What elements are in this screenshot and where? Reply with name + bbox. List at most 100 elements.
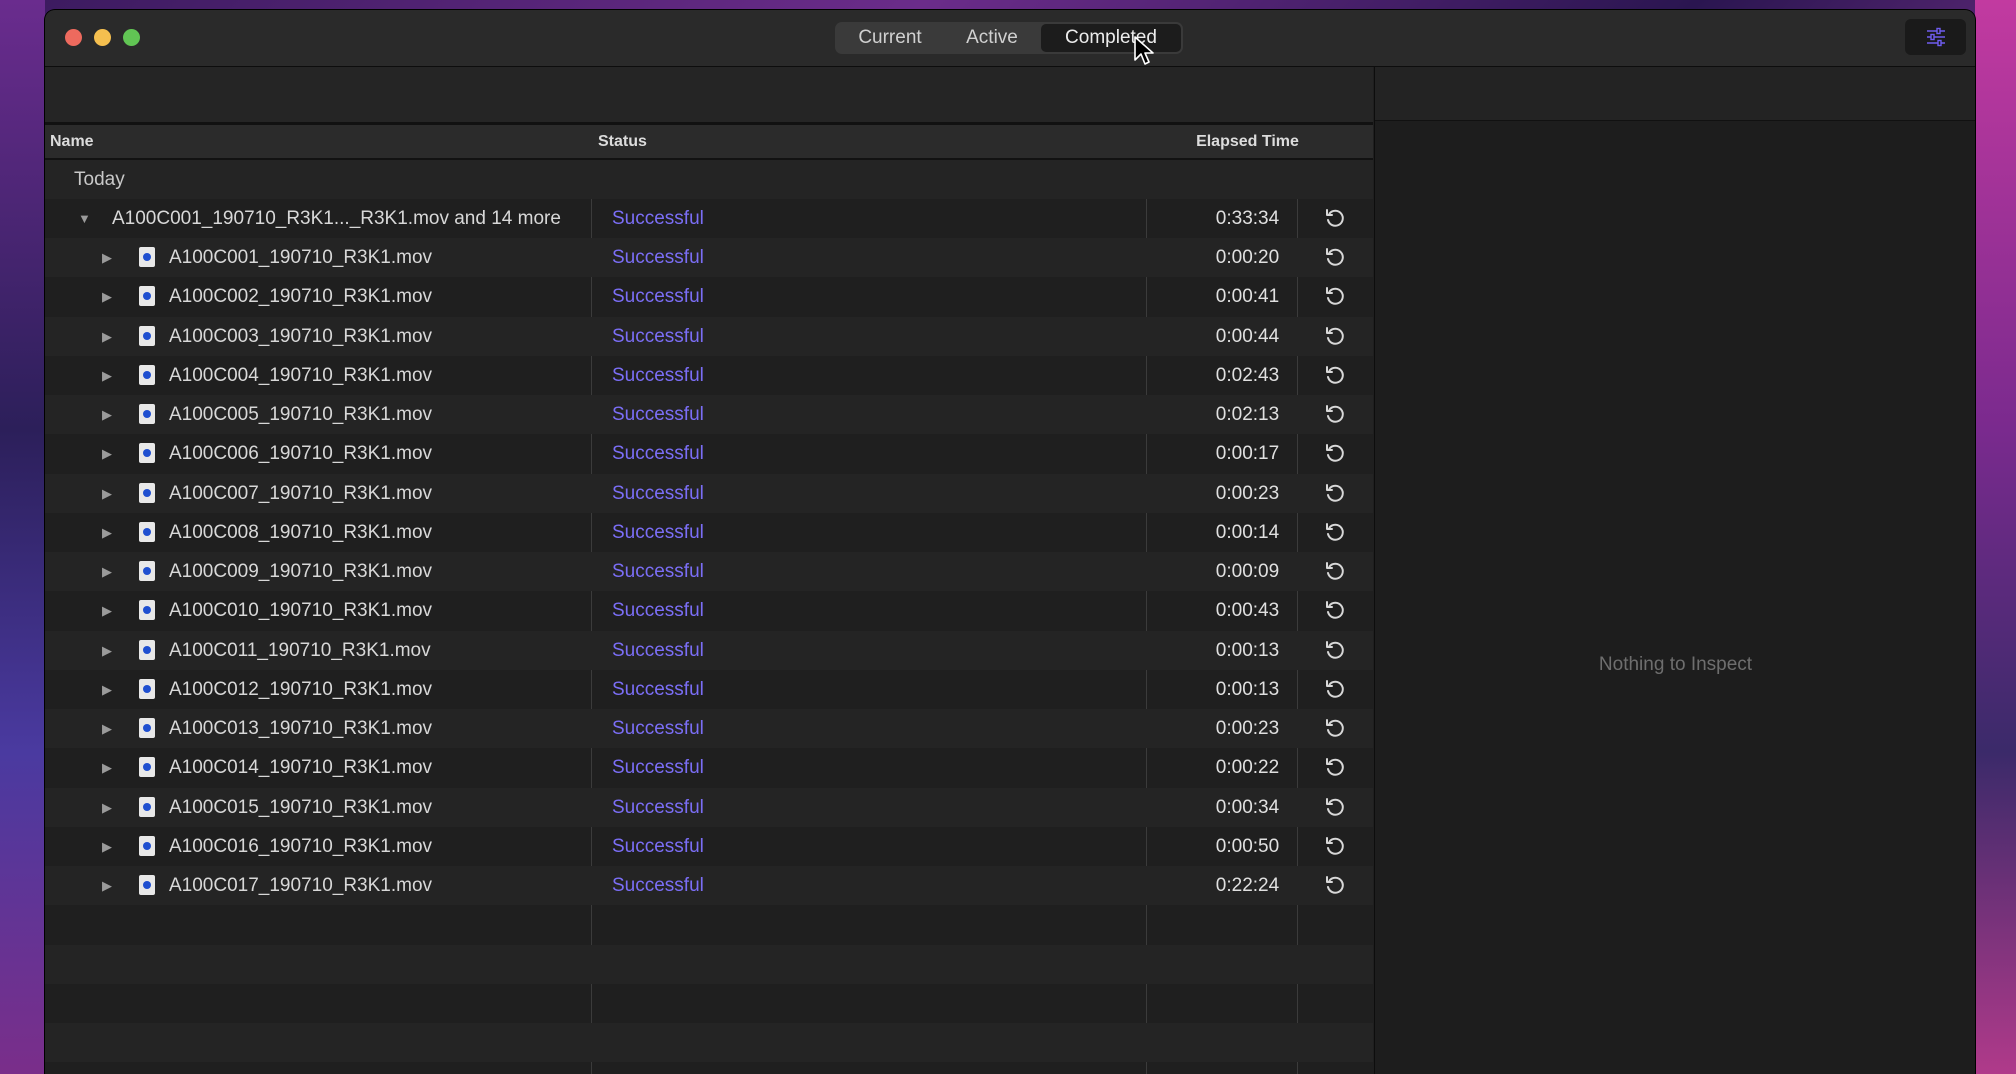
movie-file-icon [139, 521, 155, 542]
disclosure-triangle-collapsed-icon[interactable]: ▶ [102, 709, 112, 748]
table-row[interactable]: ▶ A100C017_190710_R3K1.mov Successful 0:22:… [45, 866, 1373, 905]
retry-icon[interactable] [1324, 835, 1346, 857]
retry-icon[interactable] [1324, 521, 1346, 543]
table-row[interactable]: ▶ A100C009_190710_R3K1.mov Successful 0:00:… [45, 552, 1373, 591]
disclosure-triangle-collapsed-icon[interactable]: ▶ [102, 866, 112, 905]
table-row[interactable]: ▶ A100C002_190710_R3K1.mov Successful 0:00:… [45, 277, 1373, 316]
retry-icon[interactable] [1324, 442, 1346, 464]
disclosure-triangle-collapsed-icon[interactable]: ▶ [102, 513, 112, 552]
inspector-empty-message: Nothing to Inspect [1598, 654, 1753, 675]
tab-active[interactable]: Active [943, 24, 1041, 52]
file-status: Successful [612, 521, 704, 543]
file-elapsed-time: 0:00:23 [1215, 482, 1280, 504]
file-status: Successful [612, 404, 704, 425]
table-row[interactable]: ▶ A100C013_190710_R3K1.mov Successful 0:00:… [45, 709, 1373, 748]
file-elapsed-time: 0:00:09 [1215, 561, 1280, 582]
tab-current[interactable]: Current [837, 24, 943, 52]
file-elapsed-time: 0:00:44 [1215, 325, 1280, 347]
retry-icon[interactable] [1324, 874, 1346, 896]
retry-icon[interactable] [1324, 639, 1346, 661]
file-name: A100C009_190710_R3K1.mov [169, 561, 433, 582]
disclosure-triangle-collapsed-icon[interactable]: ▶ [102, 356, 112, 395]
retry-icon[interactable] [1324, 207, 1346, 229]
disclosure-triangle-collapsed-icon[interactable]: ▶ [102, 788, 112, 827]
disclosure-triangle-collapsed-icon[interactable]: ▶ [102, 277, 112, 316]
retry-icon[interactable] [1324, 325, 1346, 347]
disclosure-triangle-collapsed-icon[interactable]: ▶ [102, 434, 112, 473]
table-row[interactable]: ▶ A100C001_190710_R3K1.mov Successful 0:00:… [45, 238, 1373, 277]
disclosure-triangle-collapsed-icon[interactable]: ▶ [102, 552, 112, 591]
table-row[interactable]: ▶ A100C005_190710_R3K1.mov Successful 0:02:… [45, 395, 1373, 434]
disclosure-triangle-collapsed-icon[interactable]: ▶ [102, 748, 112, 787]
table-row[interactable]: ▶ A100C015_190710_R3K1.mov Successful 0:00:… [45, 787, 1373, 827]
file-name: A100C015_190710_R3K1.mov [169, 796, 433, 818]
table-row[interactable]: ▶ A100C006_190710_R3K1.mov Successful 0:00:… [45, 434, 1373, 473]
disclosure-triangle-collapsed-icon[interactable]: ▶ [102, 317, 112, 356]
column-header-status[interactable]: Status [598, 125, 647, 158]
minimize-window-button[interactable] [94, 29, 111, 46]
movie-file-icon [139, 443, 155, 464]
disclosure-triangle-expanded-icon[interactable]: ▼ [78, 199, 91, 238]
file-name: A100C010_190710_R3K1.mov [169, 600, 433, 622]
empty-row [45, 984, 1373, 1023]
retry-icon[interactable] [1324, 403, 1346, 425]
file-name: A100C016_190710_R3K1.mov [169, 835, 433, 857]
retry-icon[interactable] [1324, 246, 1346, 268]
disclosure-triangle-collapsed-icon[interactable]: ▶ [102, 631, 112, 670]
empty-row [45, 944, 1373, 984]
table-row[interactable]: ▶ A100C008_190710_R3K1.mov Successful 0:00:… [45, 513, 1373, 552]
file-status: Successful [612, 600, 704, 622]
table-row[interactable]: ▶ A100C016_190710_R3K1.mov Successful 0:00:… [45, 827, 1373, 866]
movie-file-icon [139, 678, 155, 699]
retry-icon[interactable] [1324, 560, 1346, 582]
file-elapsed-time: 0:00:17 [1215, 443, 1280, 465]
table-row[interactable]: ▶ A100C004_190710_R3K1.mov Successful 0:02:… [45, 356, 1373, 395]
inspector-toggle-button[interactable] [1905, 19, 1966, 55]
table-row[interactable]: ▶ A100C007_190710_R3K1.mov Successful 0:00:… [45, 473, 1373, 513]
file-name: A100C013_190710_R3K1.mov [169, 718, 433, 739]
file-name: A100C005_190710_R3K1.mov [169, 404, 433, 425]
jobs-pane: Name Status Elapsed Time Today ▼ A100C00… [45, 67, 1373, 1074]
file-status: Successful [612, 561, 704, 582]
disclosure-triangle-collapsed-icon[interactable]: ▶ [102, 474, 112, 513]
retry-icon[interactable] [1324, 364, 1346, 386]
file-name: A100C003_190710_R3K1.mov [169, 325, 433, 347]
retry-icon[interactable] [1324, 756, 1346, 778]
retry-icon[interactable] [1324, 599, 1346, 621]
table-row[interactable]: ▶ A100C003_190710_R3K1.mov Successful 0:00:… [45, 316, 1373, 356]
file-status: Successful [612, 364, 704, 386]
file-status: Successful [612, 875, 704, 896]
retry-icon[interactable] [1324, 482, 1346, 504]
retry-icon[interactable] [1324, 717, 1346, 739]
table-row[interactable]: ▶ A100C012_190710_R3K1.mov Successful 0:00:… [45, 670, 1373, 709]
disclosure-triangle-collapsed-icon[interactable]: ▶ [102, 591, 112, 630]
file-status: Successful [612, 757, 704, 779]
file-status: Successful [612, 482, 704, 504]
mouse-cursor-icon [1134, 36, 1154, 65]
batch-elapsed-time: 0:33:34 [1215, 208, 1280, 229]
movie-file-icon [139, 364, 155, 385]
file-name: A100C007_190710_R3K1.mov [169, 482, 433, 504]
view-segmented-control: Current Active Completed [835, 22, 1183, 54]
table-row[interactable]: ▶ A100C010_190710_R3K1.mov Successful 0:00:… [45, 591, 1373, 630]
table-row[interactable]: ▶ A100C014_190710_R3K1.mov Successful 0:00:… [45, 748, 1373, 787]
movie-file-icon [139, 247, 155, 267]
retry-icon[interactable] [1324, 796, 1346, 818]
zoom-window-button[interactable] [123, 29, 140, 46]
file-status: Successful [612, 247, 704, 268]
retry-icon[interactable] [1324, 678, 1346, 700]
disclosure-triangle-collapsed-icon[interactable]: ▶ [102, 827, 112, 866]
disclosure-triangle-collapsed-icon[interactable]: ▶ [102, 670, 112, 709]
disclosure-triangle-collapsed-icon[interactable]: ▶ [102, 238, 112, 277]
file-elapsed-time: 0:02:43 [1215, 364, 1280, 386]
batch-row[interactable]: ▼ A100C001_190710_R3K1..._R3K1.mov and 1… [45, 199, 1373, 238]
close-window-button[interactable] [65, 29, 82, 46]
disclosure-triangle-collapsed-icon[interactable]: ▶ [102, 395, 112, 434]
column-header-name[interactable]: Name [50, 125, 94, 158]
column-header-elapsed-time[interactable]: Elapsed Time [1170, 125, 1325, 158]
tab-completed[interactable]: Completed [1041, 24, 1181, 52]
retry-icon[interactable] [1324, 285, 1346, 307]
movie-file-icon [139, 835, 155, 856]
table-row[interactable]: ▶ A100C011_190710_R3K1.mov Successful 0:00:… [45, 630, 1373, 670]
file-status: Successful [612, 796, 704, 818]
